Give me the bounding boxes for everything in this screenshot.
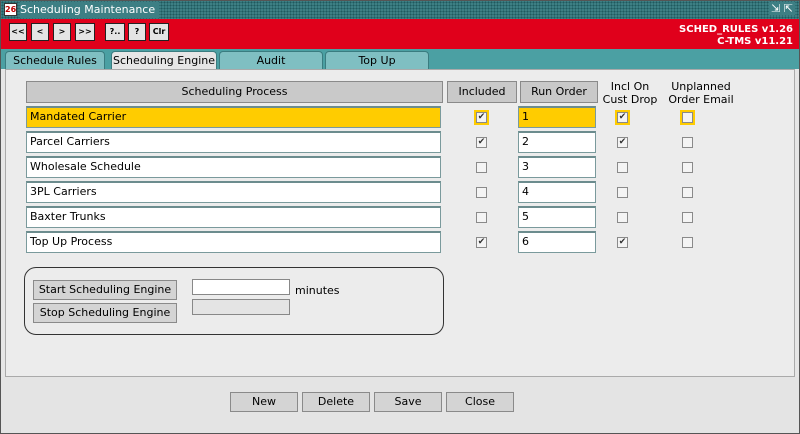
next-record-button[interactable]: > <box>53 23 71 41</box>
included-checkbox[interactable] <box>476 162 487 173</box>
start-scheduling-engine-button[interactable]: Start Scheduling Engine <box>33 280 177 300</box>
run-order-field[interactable]: 5 <box>518 206 596 228</box>
engine-control-group: Start Scheduling Engine Stop Scheduling … <box>24 267 444 335</box>
included-checkbox[interactable]: ✔ <box>476 237 487 248</box>
header-unplanned-order-email: Unplanned Order Email <box>668 80 734 106</box>
toolbar: << < > >> ?.. ? Clr SCHED_RULES v1.26 C-… <box>1 19 799 49</box>
scheduling-maintenance-window: 26 Scheduling Maintenance ⇲ ⇱ << < > >> … <box>0 0 800 434</box>
help-button[interactable]: ? <box>128 23 146 41</box>
title-bar[interactable]: 26 Scheduling Maintenance ⇲ ⇱ <box>1 1 799 19</box>
process-name-field[interactable]: Wholesale Schedule <box>26 156 441 178</box>
scheduling-engine-panel: Scheduling Process Included Run Order In… <box>5 69 795 377</box>
process-name-field[interactable]: Top Up Process <box>26 231 441 253</box>
tab-scheduling-engine[interactable]: Scheduling Engine <box>111 51 217 70</box>
process-name-field[interactable]: Mandated Carrier <box>26 106 441 128</box>
tab-bar: Schedule Rules Scheduling Engine Audit T… <box>1 49 799 70</box>
delete-button[interactable]: Delete <box>302 392 370 412</box>
close-button[interactable]: Close <box>446 392 514 412</box>
header-run-order: Run Order <box>520 81 598 103</box>
unplanned-order-email-checkbox[interactable] <box>682 212 693 223</box>
included-checkbox[interactable]: ✔ <box>476 137 487 148</box>
unplanned-order-email-checkbox[interactable] <box>682 137 693 148</box>
form-version: SCHED_RULES v1.26 <box>679 24 793 35</box>
header-scheduling-process: Scheduling Process <box>26 81 443 103</box>
minutes-label: minutes <box>295 284 340 297</box>
unplanned-order-email-checkbox[interactable] <box>682 237 693 248</box>
included-checkbox[interactable]: ✔ <box>474 110 489 125</box>
new-button[interactable]: New <box>230 392 298 412</box>
stop-scheduling-engine-button[interactable]: Stop Scheduling Engine <box>33 303 177 323</box>
system-version: C-TMS v11.21 <box>717 36 793 47</box>
process-name-field[interactable]: Parcel Carriers <box>26 131 441 153</box>
included-checkbox[interactable] <box>476 212 487 223</box>
first-record-button[interactable]: << <box>9 23 27 41</box>
process-name-field[interactable]: Baxter Trunks <box>26 206 441 228</box>
minutes-input[interactable] <box>192 279 290 295</box>
run-order-field[interactable]: 3 <box>518 156 596 178</box>
query-button[interactable]: ?.. <box>105 23 125 41</box>
window-controls-icon[interactable]: ⇲ ⇱ <box>769 2 795 15</box>
tab-audit[interactable]: Audit <box>219 51 323 69</box>
incl-on-cust-drop-checkbox[interactable]: ✔ <box>615 110 630 125</box>
run-order-field[interactable]: 6 <box>518 231 596 253</box>
clear-button[interactable]: Clr <box>149 23 169 41</box>
unplanned-order-email-checkbox[interactable] <box>682 162 693 173</box>
last-record-button[interactable]: >> <box>75 23 95 41</box>
save-button[interactable]: Save <box>374 392 442 412</box>
incl-on-cust-drop-checkbox[interactable] <box>617 162 628 173</box>
incl-on-cust-drop-checkbox[interactable]: ✔ <box>617 137 628 148</box>
app-icon: 26 <box>4 3 17 16</box>
unplanned-order-email-checkbox[interactable] <box>682 187 693 198</box>
window-title: Scheduling Maintenance <box>20 2 160 18</box>
included-checkbox[interactable] <box>476 187 487 198</box>
header-included: Included <box>447 81 517 103</box>
engine-status-field <box>192 299 290 315</box>
run-order-field[interactable]: 4 <box>518 181 596 203</box>
run-order-field[interactable]: 2 <box>518 131 596 153</box>
unplanned-order-email-checkbox[interactable] <box>680 110 695 125</box>
tab-top-up[interactable]: Top Up <box>325 51 429 69</box>
tab-schedule-rules[interactable]: Schedule Rules <box>5 51 105 69</box>
incl-on-cust-drop-checkbox[interactable] <box>617 212 628 223</box>
header-incl-on-cust-drop: Incl On Cust Drop <box>602 80 658 106</box>
process-name-field[interactable]: 3PL Carriers <box>26 181 441 203</box>
run-order-field[interactable]: 1 <box>518 106 596 128</box>
incl-on-cust-drop-checkbox[interactable] <box>617 187 628 198</box>
action-bar: New Delete Save Close <box>1 377 799 433</box>
previous-record-button[interactable]: < <box>31 23 49 41</box>
incl-on-cust-drop-checkbox[interactable]: ✔ <box>617 237 628 248</box>
